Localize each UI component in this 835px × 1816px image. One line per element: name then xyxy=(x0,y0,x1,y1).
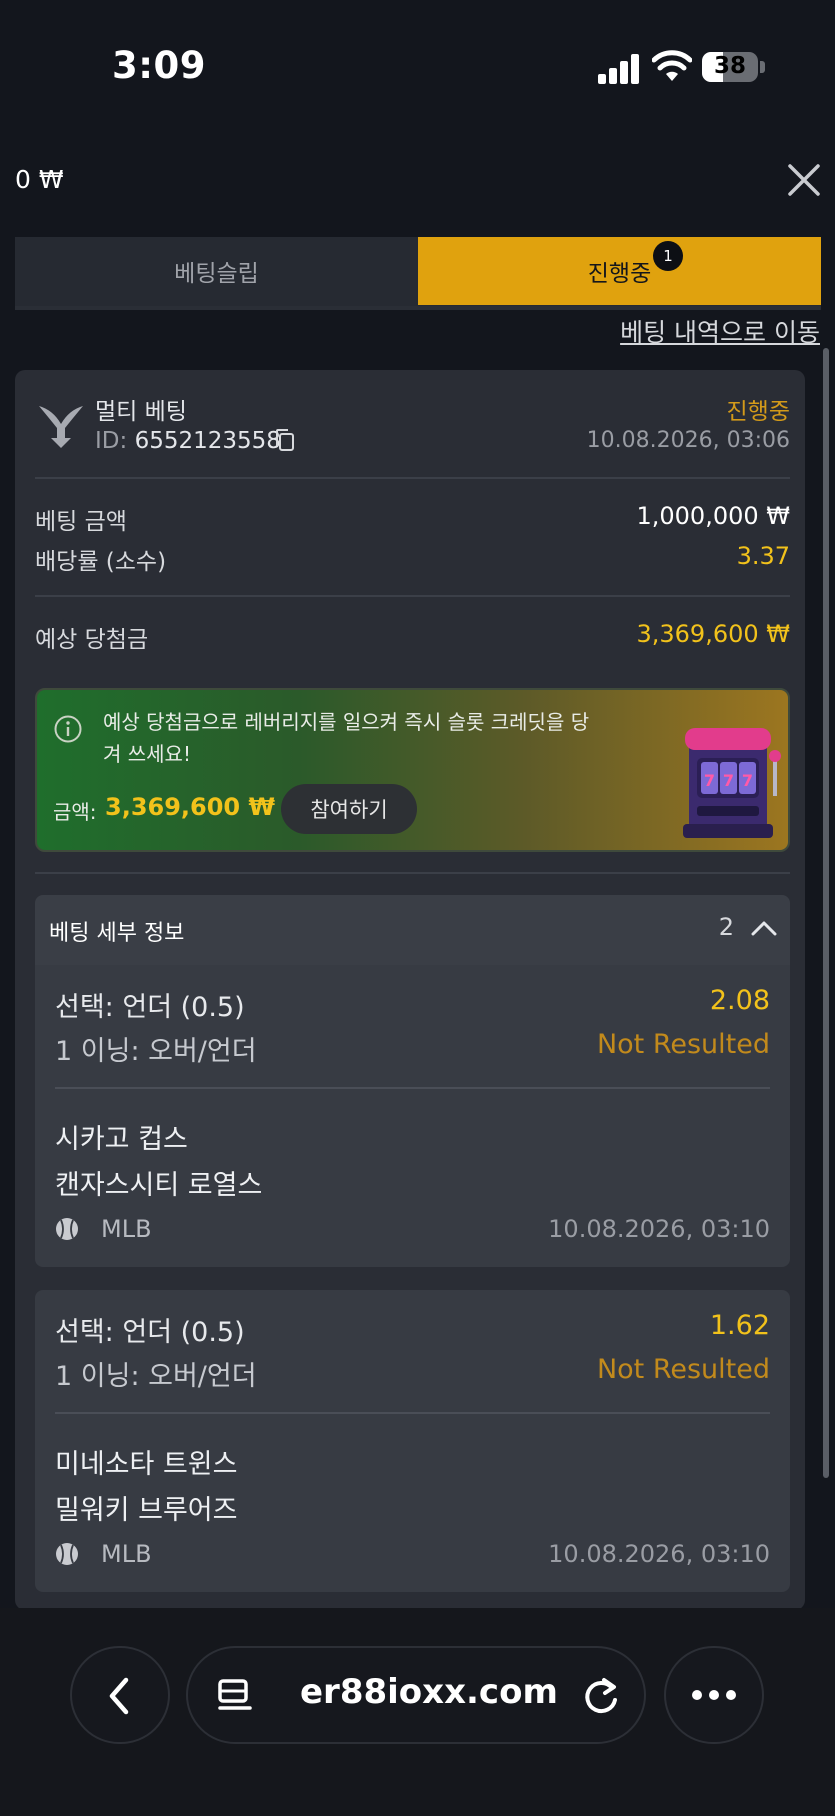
tabs-icon[interactable] xyxy=(216,1678,256,1714)
selection-result: Not Resulted xyxy=(596,1354,770,1385)
bet-details-title: 베팅 세부 정보 xyxy=(49,921,185,946)
promo-amount-label: 금액: xyxy=(53,800,97,824)
back-icon xyxy=(109,1677,129,1715)
bet-details-header[interactable]: 베팅 세부 정보 2 xyxy=(35,895,790,965)
potential-win-label: 예상 당첨금 xyxy=(35,627,149,653)
stake-label: 베팅 금액 xyxy=(35,509,127,535)
tab-badge: 1 xyxy=(653,241,683,271)
wifi-icon xyxy=(652,50,692,81)
balance: 0 ₩ xyxy=(15,165,64,194)
bet-id: ID: 6552123558 xyxy=(95,428,281,454)
copy-icon[interactable] xyxy=(273,428,295,452)
selection-odds: 1.62 xyxy=(709,1310,770,1341)
bet-date: 10.08.2026, 03:06 xyxy=(586,428,790,453)
odds-value: 3.37 xyxy=(736,542,790,570)
promo-text: 예상 당첨금으로 레버리지를 일으켜 즉시 슬롯 크레딧을 당겨 쓰세요! xyxy=(103,710,590,766)
scrollbar[interactable] xyxy=(823,348,829,1478)
reload-icon[interactable] xyxy=(582,1676,620,1716)
bet-type: 멀티 베팅 xyxy=(95,399,187,425)
selection-card: 선택: 언더 (0.5) 1 이닝: 오버/언더 1.62 Not Result… xyxy=(35,1290,790,1592)
selection-pick: 선택: 언더 (0.5) xyxy=(55,1317,245,1348)
selection-result: Not Resulted xyxy=(596,1029,770,1060)
multi-bet-icon xyxy=(39,406,83,448)
league-name: MLB xyxy=(101,1540,152,1568)
status-bar: 3:09 38 xyxy=(0,0,835,135)
divider xyxy=(35,595,790,597)
bet-history-link[interactable]: 베팅 내역으로 이동 xyxy=(620,310,820,346)
promo-amount-value: 3,369,600 ₩ xyxy=(105,793,275,821)
svg-text:7: 7 xyxy=(742,771,753,790)
divider xyxy=(55,1412,770,1414)
signal-icon xyxy=(598,54,640,84)
battery-icon: 38 xyxy=(702,52,758,82)
tab-betslip-label: 베팅슬립 xyxy=(174,261,259,287)
bet-card: 멀티 베팅 ID: 6552123558 진행중 10.08.2026, 03:… xyxy=(15,370,805,1610)
baseball-icon xyxy=(56,1543,78,1565)
baseball-icon xyxy=(56,1218,78,1240)
tab-in-progress-label: 진행중 xyxy=(587,261,652,287)
away-team: 밀워키 브루어즈 xyxy=(55,1495,238,1526)
potential-win-value: 3,369,600 ₩ xyxy=(636,620,790,648)
stake-value: 1,000,000 ₩ xyxy=(636,502,790,530)
event-date: 10.08.2026, 03:10 xyxy=(548,1215,770,1243)
divider xyxy=(55,1087,770,1089)
home-team: 시카고 컵스 xyxy=(55,1124,188,1155)
league-name: MLB xyxy=(101,1215,152,1243)
away-team: 캔자스시티 로열스 xyxy=(55,1170,263,1201)
chevron-up-icon[interactable] xyxy=(750,915,778,943)
home-team: 미네소타 트윈스 xyxy=(55,1449,238,1480)
tab-betslip[interactable]: 베팅슬립 xyxy=(15,237,418,305)
bet-id-label: ID: xyxy=(95,428,128,454)
svg-text:7: 7 xyxy=(723,771,734,790)
divider xyxy=(35,477,790,479)
promo-banner: 예상 당첨금으로 레버리지를 일으켜 즉시 슬롯 크레딧을 당겨 쓰세요! 금액… xyxy=(35,688,790,852)
selection-odds: 2.08 xyxy=(709,985,770,1016)
slot-machine-icon: 7 7 7 xyxy=(683,728,781,838)
bet-id-value: 6552123558 xyxy=(134,428,281,454)
more-icon xyxy=(692,1690,736,1700)
tab-in-progress[interactable]: 진행중 xyxy=(418,237,821,305)
odds-label: 배당률 (소수) xyxy=(35,549,167,575)
info-icon xyxy=(54,715,82,743)
join-button[interactable]: 참여하기 xyxy=(281,784,417,834)
url-text[interactable]: er88ioxx.com xyxy=(300,1672,558,1712)
close-icon[interactable] xyxy=(786,162,822,198)
svg-text:7: 7 xyxy=(704,771,715,790)
selection-market: 1 이닝: 오버/언더 xyxy=(55,1036,257,1067)
selection-pick: 선택: 언더 (0.5) xyxy=(55,992,245,1023)
selection-card: 선택: 언더 (0.5) 1 이닝: 오버/언더 2.08 Not Result… xyxy=(35,965,790,1267)
tab-bar: 베팅슬립 진행중 xyxy=(15,237,821,309)
bet-details-count: 2 xyxy=(718,913,734,941)
status-time: 3:09 xyxy=(112,44,207,87)
event-date: 10.08.2026, 03:10 xyxy=(548,1540,770,1568)
divider xyxy=(35,872,790,874)
selection-market: 1 이닝: 오버/언더 xyxy=(55,1361,257,1392)
bet-status: 진행중 xyxy=(726,399,790,425)
battery-level: 38 xyxy=(713,53,746,79)
